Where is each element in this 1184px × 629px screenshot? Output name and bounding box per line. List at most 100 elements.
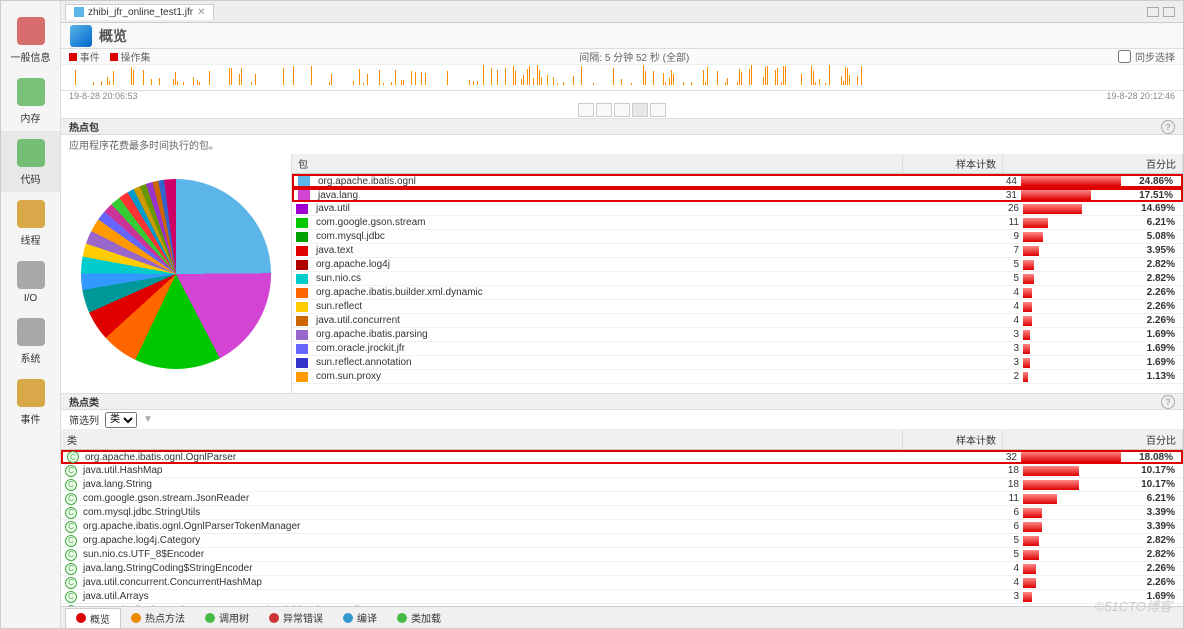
class-name: sun.nio.cs.UTF_8$Encoder: [81, 549, 963, 560]
percent: 14.69%: [1123, 203, 1183, 214]
sidebar-item-system[interactable]: 系统: [1, 310, 60, 371]
minimize-icon[interactable]: [1147, 7, 1159, 17]
class-row[interactable]: C sun.nio.cs.UTF_8$Encoder 5 2.82%: [61, 548, 1183, 562]
class-row[interactable]: C com.google.gson.stream.JsonReader 11 6…: [61, 492, 1183, 506]
col-count[interactable]: 样本计数: [903, 430, 1003, 449]
package-row[interactable]: java.lang 31 17.51%: [292, 188, 1183, 202]
package-row[interactable]: sun.nio.cs 5 2.82%: [292, 272, 1183, 286]
bottom-tab[interactable]: 概览: [65, 608, 121, 628]
sample-count: 5: [963, 535, 1023, 546]
sample-count: 31: [961, 190, 1021, 201]
sample-count: 4: [963, 563, 1023, 574]
class-row[interactable]: C java.lang.StringCoding$StringEncoder 4…: [61, 562, 1183, 576]
sidebar-item-threads[interactable]: 线程: [1, 192, 60, 253]
package-row[interactable]: com.sun.proxy 2 1.13%: [292, 370, 1183, 384]
pie-chart[interactable]: [81, 179, 271, 369]
class-name: com.mysql.jdbc.StringUtils: [81, 507, 963, 518]
package-row[interactable]: java.util.concurrent 4 2.26%: [292, 314, 1183, 328]
help-icon[interactable]: ?: [1161, 120, 1175, 134]
percent: 1.13%: [1123, 371, 1183, 382]
sidebar-item-io[interactable]: I/O: [1, 253, 60, 310]
class-row[interactable]: C com.mysql.jdbc.StringUtils 6 3.39%: [61, 506, 1183, 520]
package-row[interactable]: com.google.gson.stream 11 6.21%: [292, 216, 1183, 230]
package-name: org.apache.ibatis.parsing: [312, 329, 963, 340]
opsets-label: 操作集: [121, 53, 151, 64]
bottom-tab[interactable]: 调用树: [195, 608, 259, 627]
sample-count: 3: [963, 329, 1023, 340]
bar-cell: [1023, 316, 1123, 326]
io-icon: [15, 259, 47, 291]
bottom-tabs: 概览热点方法 调用树 异常错误编译 类加载: [61, 606, 1183, 628]
col-class[interactable]: 类: [61, 430, 903, 449]
bottom-tab[interactable]: 异常错误: [259, 608, 333, 627]
package-row[interactable]: org.apache.ibatis.parsing 3 1.69%: [292, 328, 1183, 342]
tab-label: 类加载: [411, 610, 441, 625]
package-row[interactable]: org.apache.ibatis.ognl 44 24.86%: [292, 174, 1183, 188]
col-count[interactable]: 样本计数: [903, 154, 1003, 173]
classes-header: 热点类 ?: [61, 394, 1183, 410]
package-row[interactable]: sun.reflect 4 2.26%: [292, 300, 1183, 314]
package-row[interactable]: java.text 7 3.95%: [292, 244, 1183, 258]
package-row[interactable]: com.mysql.jdbc 9 5.08%: [292, 230, 1183, 244]
class-row[interactable]: C java.util.HashMap 18 10.17%: [61, 464, 1183, 478]
zoom-fit-icon[interactable]: [614, 103, 630, 117]
package-name: org.apache.ibatis.builder.xml.dynamic: [312, 287, 963, 298]
packages-subtitle: 应用程序花费最多时间执行的包。: [61, 135, 1183, 154]
file-tab[interactable]: zhibi_jfr_online_test1.jfr ✕: [65, 4, 214, 20]
tab-label: 异常错误: [283, 610, 323, 625]
sidebar-item-general[interactable]: 一般信息: [1, 9, 60, 70]
sync-label: 同步选择: [1135, 49, 1175, 64]
close-icon[interactable]: ✕: [197, 7, 205, 18]
zoom-selection-icon[interactable]: [632, 103, 648, 117]
sidebar-item-events[interactable]: 事件: [1, 371, 60, 432]
color-icon: [296, 218, 308, 228]
package-name: com.mysql.jdbc: [312, 231, 963, 242]
percent: 3.95%: [1123, 245, 1183, 256]
bottom-tab[interactable]: 类加载: [387, 608, 451, 627]
class-row[interactable]: C java.lang.String 18 10.17%: [61, 478, 1183, 492]
bottom-tab[interactable]: 编译: [333, 608, 387, 627]
jfr-large-icon: [69, 24, 93, 48]
class-row[interactable]: C java.util.concurrent.ConcurrentHashMap…: [61, 576, 1183, 590]
zoom-out-icon[interactable]: [596, 103, 612, 117]
sync-checkbox[interactable]: [1118, 50, 1131, 63]
class-row[interactable]: C org.apache.ibatis.ognl.OgnlParserToken…: [61, 520, 1183, 534]
class-row[interactable]: C java.util.Arrays 3 1.69%: [61, 590, 1183, 604]
bottom-tab[interactable]: 热点方法: [121, 608, 195, 627]
color-icon: [296, 204, 308, 214]
percent: 2.82%: [1123, 535, 1183, 546]
package-row[interactable]: org.apache.ibatis.builder.xml.dynamic 4 …: [292, 286, 1183, 300]
package-row[interactable]: sun.reflect.annotation 3 1.69%: [292, 356, 1183, 370]
package-row[interactable]: org.apache.log4j 5 2.82%: [292, 258, 1183, 272]
package-row[interactable]: java.util 26 14.69%: [292, 202, 1183, 216]
sample-count: 2: [963, 371, 1023, 382]
color-icon: [296, 246, 308, 256]
col-package[interactable]: 包: [292, 154, 903, 173]
bar-cell: [1023, 232, 1123, 242]
tab-label: 调用树: [219, 610, 249, 625]
percent: 2.26%: [1123, 287, 1183, 298]
filter-select[interactable]: 类: [105, 412, 137, 428]
bar-cell: [1021, 176, 1121, 186]
timeline[interactable]: [61, 65, 1183, 91]
package-row[interactable]: com.oracle.jrockit.jfr 3 1.69%: [292, 342, 1183, 356]
class-icon: C: [65, 507, 77, 519]
bar-cell: [1023, 578, 1123, 588]
sidebar-item-label: 系统: [21, 350, 41, 365]
class-row[interactable]: C org.apache.ibatis.ognl.OgnlParser 32 1…: [61, 450, 1183, 464]
maximize-icon[interactable]: [1163, 7, 1175, 17]
settings-icon[interactable]: [650, 103, 666, 117]
class-row[interactable]: C org.apache.log4j.Category 5 2.82%: [61, 534, 1183, 548]
sidebar-item-code[interactable]: 代码: [1, 131, 60, 192]
sample-count: 5: [963, 259, 1023, 270]
percent: 2.26%: [1123, 315, 1183, 326]
color-icon: [296, 232, 308, 242]
class-name: java.util.Arrays: [81, 591, 963, 602]
col-percent[interactable]: 百分比: [1003, 154, 1183, 173]
sample-count: 6: [963, 507, 1023, 518]
bar-cell: [1023, 302, 1123, 312]
help-icon[interactable]: ?: [1161, 395, 1175, 409]
col-percent[interactable]: 百分比: [1003, 430, 1183, 449]
sidebar-item-memory[interactable]: 内存: [1, 70, 60, 131]
zoom-in-icon[interactable]: [578, 103, 594, 117]
